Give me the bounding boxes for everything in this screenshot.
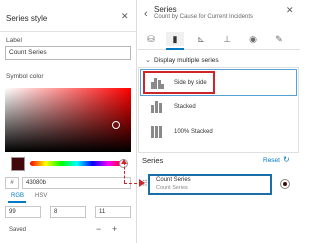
close-icon[interactable]: ✕ xyxy=(121,11,129,21)
option-100-stacked[interactable]: 100% Stacked xyxy=(174,129,213,135)
series-color-indicator[interactable] xyxy=(280,179,290,189)
side-by-side-icon xyxy=(151,77,165,89)
bar-chart-icon[interactable]: ▮ xyxy=(166,32,184,46)
color-picker-handle[interactable] xyxy=(112,121,120,129)
tab-rgb-underline xyxy=(8,201,26,203)
axis-icon[interactable]: ⊾ xyxy=(192,32,210,46)
chevron-left-icon[interactable]: ‹ xyxy=(144,8,148,20)
series-section-heading: Series xyxy=(142,156,164,165)
reset-button[interactable]: Reset xyxy=(263,157,280,164)
tab-rgb[interactable]: RGB xyxy=(11,193,24,199)
guides-icon[interactable]: ⊥ xyxy=(218,32,236,46)
label-input[interactable]: Count Series xyxy=(5,46,131,60)
refresh-icon[interactable]: ↻ xyxy=(283,155,290,164)
label-field-title: Label xyxy=(6,37,22,44)
saturation-value-picker[interactable] xyxy=(5,88,131,152)
general-icon[interactable]: ◉ xyxy=(244,32,262,46)
tab-hsv[interactable]: HSV xyxy=(35,193,47,199)
panel-subtitle: Count by Cause for Current Incidents xyxy=(154,14,254,20)
rgb-g-input[interactable]: 8 xyxy=(50,206,86,218)
hex-hash-label: # xyxy=(5,177,19,189)
series-style-title: Series style xyxy=(6,14,48,23)
hex-input[interactable]: 43080b xyxy=(22,177,131,189)
panel-title: Series xyxy=(154,5,177,14)
series-item-subtitle: Count Series xyxy=(156,185,188,191)
series-item-name: Count Series xyxy=(156,177,191,183)
display-multiple-series-heading[interactable]: Display multiple series xyxy=(154,57,219,64)
option-side-by-side-label: Side by side xyxy=(174,80,207,86)
hex-row: # 43080b xyxy=(5,177,131,189)
annotation-arrow-head xyxy=(139,179,145,187)
stacked-icon[interactable] xyxy=(151,101,165,113)
annotation-connector xyxy=(124,162,125,183)
rgb-r-input[interactable]: 99 xyxy=(5,206,41,218)
option-stacked[interactable]: Stacked xyxy=(174,104,196,110)
current-color-swatch xyxy=(11,157,25,171)
close-icon[interactable]: ✕ xyxy=(286,5,294,16)
data-icon[interactable]: ⛁ xyxy=(142,32,160,46)
saved-colors-label: Saved xyxy=(9,227,27,233)
format-icon[interactable]: ✎ xyxy=(270,32,288,46)
add-saved-color-button[interactable]: + xyxy=(112,224,117,234)
hue-slider[interactable] xyxy=(30,161,124,166)
rgb-b-input[interactable]: 11 xyxy=(95,206,131,218)
symbol-color-title: Symbol color xyxy=(6,73,44,80)
remove-saved-color-button[interactable]: − xyxy=(96,224,101,234)
series-style-panel: Series style ✕ Label Count Series Symbol… xyxy=(0,0,137,243)
active-tab-indicator xyxy=(166,48,184,50)
chevron-down-icon[interactable]: ⌄ xyxy=(145,56,151,64)
percent-stacked-icon[interactable] xyxy=(151,126,165,138)
